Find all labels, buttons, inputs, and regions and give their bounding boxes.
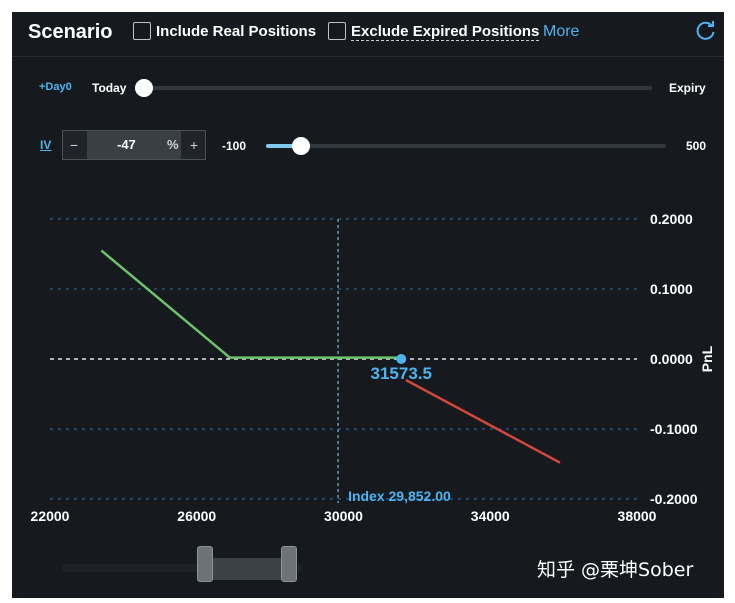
exclude-expired-positions-checkbox[interactable] [328, 22, 346, 40]
range-scroller-left-handle[interactable] [197, 546, 213, 582]
iv-stepper[interactable]: − -47 % + [62, 130, 206, 160]
day-slider-end-label: Expiry [669, 81, 706, 95]
day-slider-handle[interactable] [135, 79, 153, 97]
scenario-panel: Scenario Include Real Positions Exclude … [12, 12, 724, 598]
range-scroller-window[interactable] [208, 558, 292, 580]
pnl-chart: 0.2000 0.1000 0.0000 -0.1000 -0.2000 22000 260… [31, 211, 715, 524]
day-slider-value-label: Today [92, 81, 127, 95]
y-axis-label: PnL [699, 345, 715, 372]
exclude-expired-positions-label[interactable]: Exclude Expired Positions [351, 23, 540, 41]
day-slider-track[interactable] [144, 86, 652, 90]
iv-unit: % [167, 137, 179, 152]
pnl-series-positive [100, 249, 399, 359]
y-tick-label: 0.2000 [650, 211, 693, 227]
x-tick-label: 34000 [471, 508, 510, 524]
iv-decrement-button[interactable]: − [63, 131, 85, 159]
iv-min-label: -100 [222, 139, 247, 153]
include-real-positions-checkbox[interactable] [133, 22, 151, 40]
iv-label: IV [40, 138, 52, 152]
iv-max-label: 500 [686, 139, 707, 153]
x-tick-label: 30000 [324, 508, 363, 524]
watermark: 知乎 @栗坤Sober [537, 559, 694, 581]
x-tick-label: 22000 [31, 508, 70, 524]
index-label: Index 29,852.00 [348, 488, 451, 504]
breakeven-point [396, 354, 407, 364]
pnl-series-negative [405, 378, 561, 464]
day-offset-tag: +Day0 [39, 81, 72, 93]
y-tick-label: -0.1000 [650, 421, 698, 437]
y-tick-label: -0.2000 [650, 491, 698, 507]
x-tick-label: 38000 [618, 508, 657, 524]
iv-increment-button[interactable]: + [183, 131, 205, 159]
breakeven-label: 31573.5 [371, 364, 432, 383]
more-link[interactable]: More [543, 23, 579, 41]
refresh-icon[interactable] [695, 20, 717, 42]
range-scroller-right-handle[interactable] [281, 546, 297, 582]
y-tick-label: 0.1000 [650, 281, 693, 297]
panel-title: Scenario [28, 21, 113, 43]
iv-value-field[interactable]: -47 % [87, 131, 181, 159]
iv-value: -47 [117, 137, 136, 152]
include-real-positions-label[interactable]: Include Real Positions [156, 23, 316, 40]
iv-slider-handle[interactable] [292, 137, 311, 155]
scenario-header: Scenario Include Real Positions Exclude … [12, 12, 724, 57]
iv-slider-track[interactable] [266, 144, 666, 148]
x-tick-label: 26000 [177, 508, 216, 524]
y-tick-label: 0.0000 [650, 351, 693, 367]
